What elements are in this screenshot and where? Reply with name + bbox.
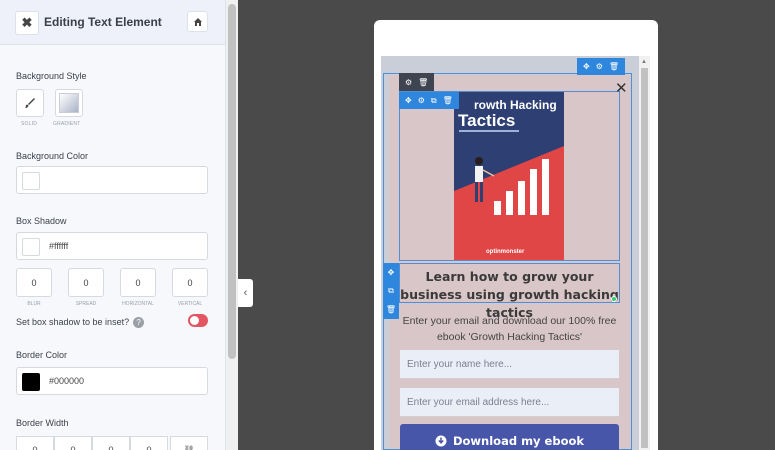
inset-label: Set box shadow to be inset?	[16, 317, 130, 327]
home-button[interactable]	[187, 11, 208, 32]
collapse-sidebar-button[interactable]: ‹	[238, 279, 253, 307]
border-width-label: Border Width	[16, 418, 69, 428]
sidebar-header: ✖ Editing Text Element	[0, 0, 225, 45]
duplicate-icon[interactable]: ⧉	[388, 286, 394, 296]
home-icon	[193, 17, 202, 26]
gear-icon[interactable]: ⚙	[405, 78, 412, 87]
border-color-label: Border Color	[16, 350, 68, 360]
inset-toggle[interactable]	[188, 314, 208, 327]
background-color-label: Background Color	[16, 151, 89, 161]
move-icon[interactable]: ✥	[405, 96, 412, 105]
spread-caption: SPREAD	[75, 301, 97, 307]
name-input[interactable]	[400, 350, 619, 379]
solid-caption: SOLID	[21, 121, 38, 127]
chevron-left-icon: ‹	[243, 287, 248, 299]
resize-handle[interactable]	[611, 296, 617, 302]
gear-icon[interactable]: ⚙	[596, 62, 603, 71]
sidebar-scroll-thumb[interactable]	[228, 4, 236, 359]
download-ebook-button[interactable]: Download my ebook	[400, 424, 619, 450]
bg-style-gradient-button[interactable]	[55, 89, 83, 117]
box-shadow-color-field[interactable]: #ffffff	[16, 232, 208, 260]
text-toolbar: ✥ ⧉ 🗑	[383, 263, 399, 319]
row-toolbar: ✥ ⚙ 🗑	[577, 58, 626, 75]
border-width-bottom-input[interactable]: 0	[92, 436, 130, 450]
border-width-left-input[interactable]: 0	[130, 436, 168, 450]
sidebar-title: Editing Text Element	[44, 15, 162, 29]
scroll-up-arrow-icon[interactable]: ▲	[641, 59, 647, 65]
background-color-field[interactable]	[16, 166, 208, 194]
shadow-spread-input[interactable]: 0	[68, 268, 104, 297]
trash-icon[interactable]: 🗑	[386, 305, 396, 314]
border-color-field[interactable]: #000000	[16, 367, 208, 395]
gradient-swatch-icon	[59, 93, 79, 113]
popup-toolbar: ⚙ 🗑	[399, 73, 435, 91]
link-icon: ⛓	[183, 445, 195, 450]
download-circle-icon	[435, 435, 447, 447]
border-width-top-input[interactable]: 0	[16, 436, 54, 450]
trash-icon[interactable]: 🗑	[418, 78, 428, 87]
popup-close-icon[interactable]: ✕	[615, 79, 628, 97]
move-icon[interactable]: ✥	[583, 62, 590, 71]
blur-caption: BLUR	[27, 301, 41, 307]
editor-sidebar: ✖ Editing Text Element Background Style …	[0, 0, 226, 450]
popup-subtext[interactable]: Enter your email and download our 100% f…	[399, 313, 620, 345]
trash-icon[interactable]: 🗑	[609, 62, 619, 71]
close-button[interactable]: ✖	[15, 11, 39, 35]
duplicate-icon[interactable]: ⧉	[431, 96, 437, 106]
image-toolbar: ✥ ⚙ ⧉ 🗑	[399, 92, 459, 109]
image-selection-outline	[399, 91, 620, 261]
toggle-knob	[190, 316, 199, 325]
vertical-caption: VERTICAL	[177, 301, 203, 307]
shadow-vertical-input[interactable]: 0	[172, 268, 208, 297]
gradient-caption: GRADIENT	[53, 121, 81, 127]
shadow-blur-input[interactable]: 0	[16, 268, 52, 297]
preview-scrollbar[interactable]: ▲	[639, 56, 650, 450]
border-color-swatch[interactable]	[22, 373, 40, 391]
border-width-link-button[interactable]: ⛓	[170, 436, 208, 450]
border-width-right-input[interactable]: 0	[54, 436, 92, 450]
bg-style-solid-button[interactable]	[16, 89, 44, 117]
inset-label-row: Set box shadow to be inset??	[16, 317, 145, 329]
trash-icon[interactable]: 🗑	[443, 96, 453, 105]
box-shadow-label: Box Shadow	[16, 216, 67, 226]
close-icon: ✖	[21, 15, 33, 30]
brush-icon	[25, 98, 35, 108]
gear-icon[interactable]: ⚙	[418, 96, 425, 105]
email-input[interactable]	[400, 388, 619, 417]
shadow-horizontal-input[interactable]: 0	[120, 268, 156, 297]
sidebar-scrollbar[interactable]	[226, 0, 238, 450]
border-color-value: #000000	[49, 376, 85, 386]
help-icon[interactable]: ?	[133, 317, 145, 329]
download-button-label: Download my ebook	[452, 434, 585, 448]
box-shadow-color-swatch[interactable]	[22, 238, 40, 256]
preview-scroll-thumb[interactable]	[641, 68, 648, 448]
background-color-swatch[interactable]	[22, 172, 40, 190]
horizontal-caption: HORIZONTAL	[122, 301, 154, 307]
box-shadow-color-value: #ffffff	[49, 241, 69, 251]
background-style-label: Background Style	[16, 71, 87, 81]
move-icon[interactable]: ✥	[388, 268, 395, 277]
